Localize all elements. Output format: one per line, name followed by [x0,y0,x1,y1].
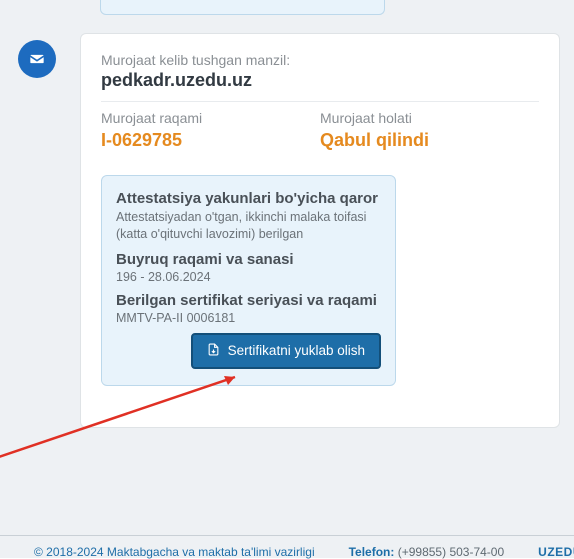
footer-separator [0,535,574,536]
download-label: Sertifikatni yuklab olish [228,343,365,358]
file-download-icon [207,343,220,359]
tel-number: (+99855) 503-74-00 [398,545,504,559]
status-label: Murojaat holati [320,110,539,126]
cert-value: MMTV-PA-II 0006181 [116,311,381,325]
decision-title: Attestatsiya yakunlari bo'yicha qaror [116,190,381,207]
previous-card-fragment [100,0,385,15]
footer: © 2018-2024 Maktabgacha va maktab ta'lim… [0,545,574,559]
result-box: Attestatsiya yakunlari bo'yicha qaror At… [101,175,396,386]
number-label: Murojaat raqami [101,110,320,126]
divider [101,101,539,102]
cert-title: Berilgan sertifikat seriyasi va raqami [116,292,381,309]
footer-telephone: Telefon: (+99855) 503-74-00 [349,545,505,559]
number-value: I-0629785 [101,130,320,151]
order-title: Buyruq raqami va sanasi [116,251,381,268]
request-number-col: Murojaat raqami I-0629785 [101,110,320,151]
tel-label: Telefon: [349,545,395,559]
request-status-col: Murojaat holati Qabul qilindi [320,110,539,151]
source-label: Murojaat kelib tushgan manzil: [101,52,539,68]
download-certificate-button[interactable]: Sertifikatni yuklab olish [191,333,381,369]
footer-copyright: © 2018-2024 Maktabgacha va maktab ta'lim… [34,545,315,559]
download-wrap: Sertifikatni yuklab olish [116,333,381,369]
source-address: pedkadr.uzedu.uz [101,70,539,91]
mailbox-icon [18,40,56,78]
request-card: Murojaat kelib tushgan manzil: pedkadr.u… [80,33,560,428]
footer-brand: UZEDU.U [538,545,574,559]
decision-text: Attestatsiyadan o'tgan, ikkinchi malaka … [116,209,381,243]
order-value: 196 - 28.06.2024 [116,270,381,284]
info-row: Murojaat raqami I-0629785 Murojaat holat… [101,110,539,151]
status-value: Qabul qilindi [320,130,539,151]
